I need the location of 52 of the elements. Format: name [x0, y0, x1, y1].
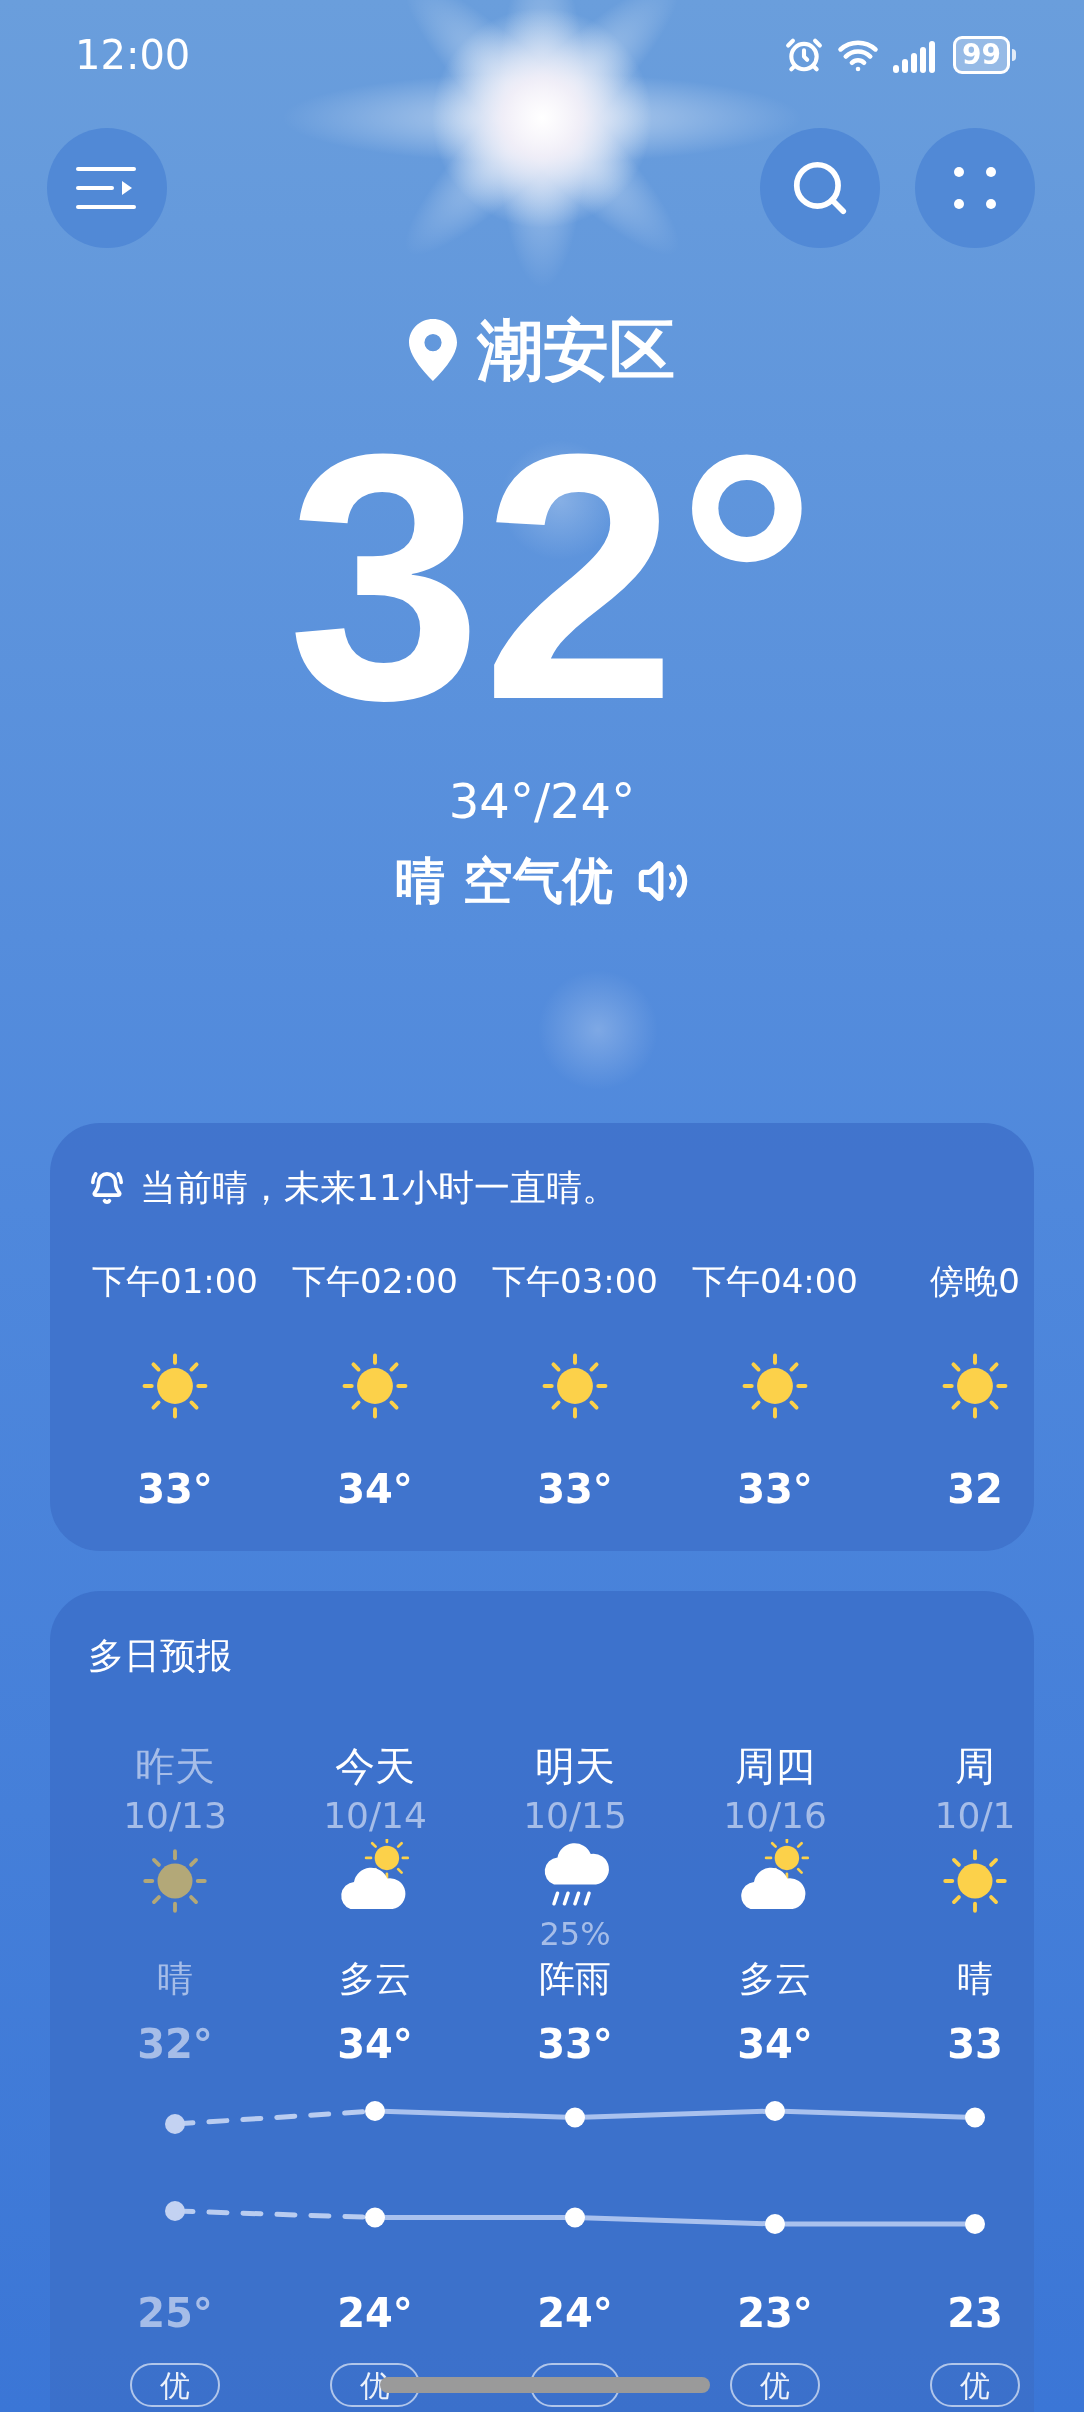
hour-label: 下午01:00 — [92, 1260, 258, 1303]
location-name: 潮安区 — [477, 310, 675, 391]
hour-label: 傍晚0 — [930, 1260, 1020, 1303]
air-quality-badge: 优 — [930, 2363, 1020, 2407]
high-temperature: 34° — [337, 2020, 413, 2069]
hour-temperature: 33° — [537, 1465, 613, 1514]
date-label: 10/13 — [123, 1794, 227, 1838]
condition-label: 晴 — [157, 1957, 193, 2001]
high-temperature: 34° — [737, 2020, 813, 2069]
low-temperature: 25° — [137, 2289, 213, 2338]
condition-label: 阵雨 — [539, 1957, 611, 2001]
day-label: 明天 — [535, 1742, 615, 1791]
hour-temperature: 33° — [137, 1465, 213, 1514]
battery-indicator: 99 — [953, 36, 1010, 74]
hour-temperature: 33° — [737, 1465, 813, 1514]
weather-summary: 晴 空气优 — [395, 850, 613, 912]
temperature-range: 34°/24° — [448, 772, 636, 831]
high-temperature: 33° — [537, 2020, 613, 2069]
location-pin-icon — [409, 319, 457, 381]
condition-label: 晴 — [957, 1957, 993, 2001]
forecast-headline: 当前晴，未来11小时一直晴。 — [140, 1166, 618, 1210]
precipitation-chance: 25% — [539, 1916, 611, 1952]
hour-temperature: 34° — [337, 1465, 413, 1514]
hour-label: 下午03:00 — [492, 1260, 658, 1303]
alarm-icon — [785, 36, 824, 74]
status-time: 12:00 — [75, 31, 191, 80]
date-label: 10/1 — [934, 1794, 1016, 1838]
hour-label: 下午02:00 — [292, 1260, 458, 1303]
condition-label: 多云 — [739, 1957, 811, 2001]
day-label: 今天 — [335, 1742, 415, 1791]
day-label: 昨天 — [135, 1742, 215, 1791]
low-temperature: 24° — [537, 2289, 613, 2338]
card-title: 多日预报 — [88, 1634, 232, 1678]
low-temperature: 23° — [737, 2289, 813, 2338]
air-quality-badge: 优 — [730, 2363, 820, 2407]
hour-temperature: 32 — [947, 1465, 1003, 1514]
day-label: 周 — [955, 1742, 995, 1791]
grid-dots-icon — [952, 165, 998, 211]
low-temperature: 23 — [947, 2289, 1003, 2338]
low-temperature: 24° — [337, 2289, 413, 2338]
current-temperature: 32° — [286, 402, 817, 752]
high-temperature: 33 — [947, 2020, 1003, 2069]
bell-icon — [90, 1171, 124, 1205]
date-label: 10/15 — [523, 1794, 627, 1838]
date-label: 10/16 — [723, 1794, 827, 1838]
hour-label: 下午04:00 — [692, 1260, 858, 1303]
date-label: 10/14 — [323, 1794, 427, 1838]
high-temperature: 32° — [137, 2020, 213, 2069]
condition-label: 多云 — [339, 1957, 411, 2001]
air-quality-badge: 优 — [130, 2363, 220, 2407]
menu-icon — [76, 165, 138, 211]
day-label: 周四 — [735, 1742, 815, 1791]
